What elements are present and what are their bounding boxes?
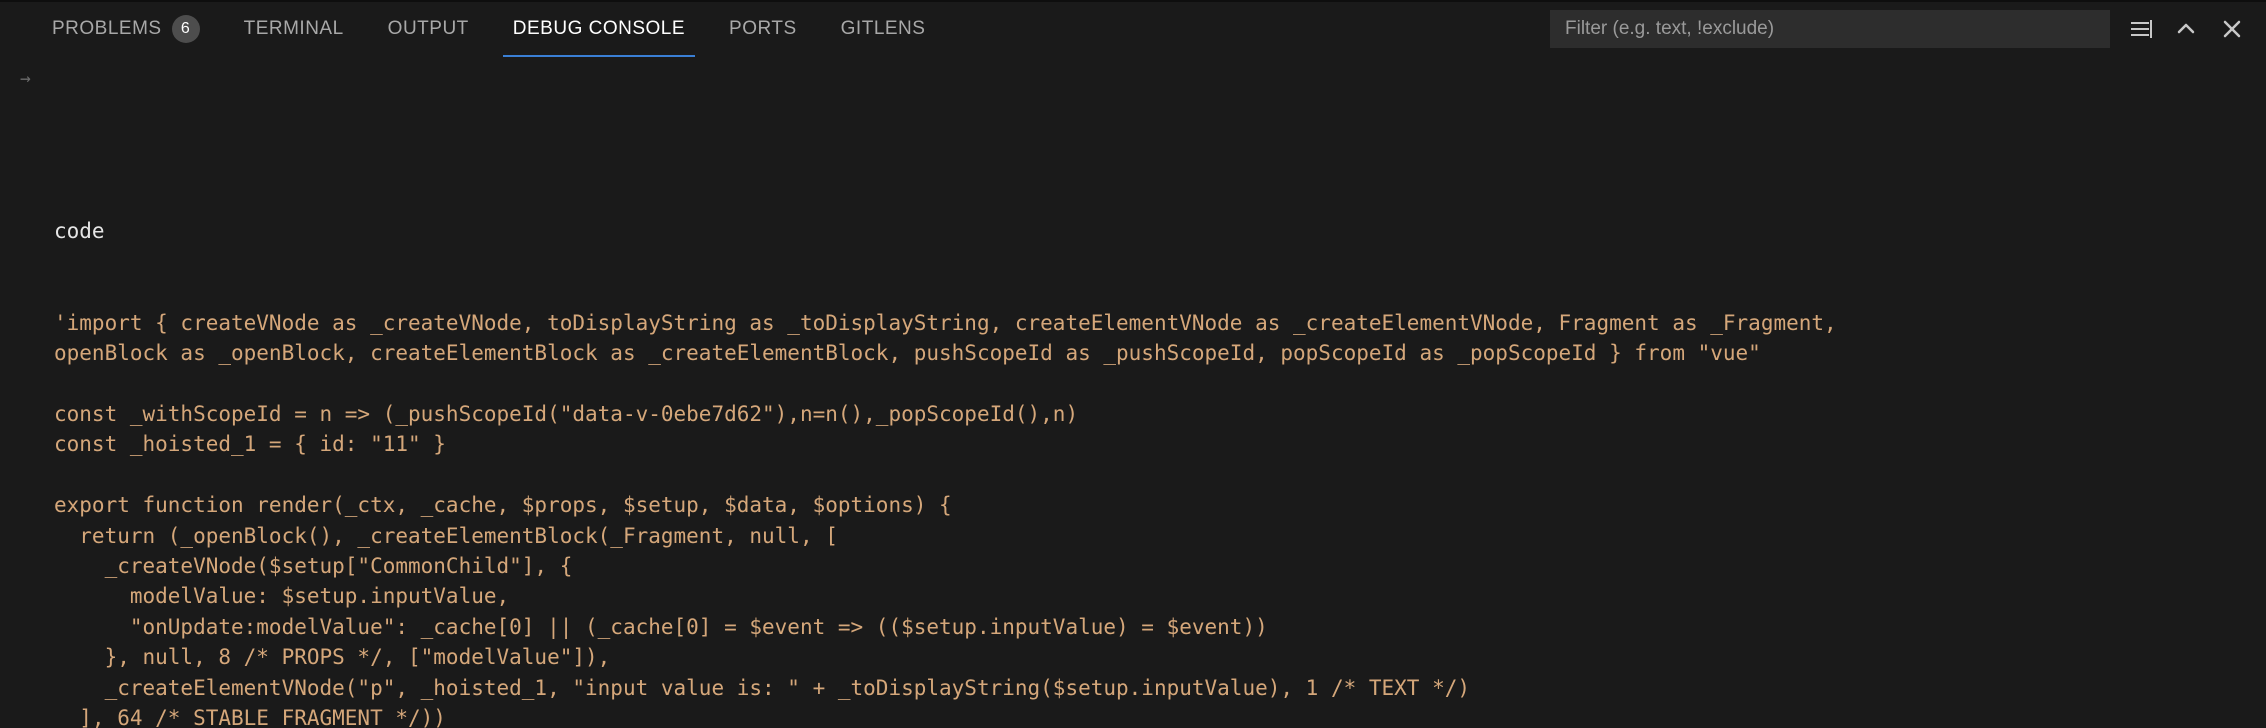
tab-debug-console[interactable]: DEBUG CONSOLE (491, 2, 707, 56)
tab-output[interactable]: OUTPUT (366, 2, 491, 56)
console-code-block: 'import { createVNode as _createVNode, t… (54, 308, 2236, 728)
tab-output-label: OUTPUT (388, 18, 469, 40)
console-code-line: }, null, 8 /* PROPS */, ["modelValue"]), (54, 642, 2236, 672)
panel-action-icons (2118, 17, 2266, 41)
problems-badge: 6 (172, 15, 200, 43)
console-code-line: _createVNode($setup["CommonChild"], { (54, 551, 2236, 581)
panel-root: PROBLEMS 6 TERMINAL OUTPUT DEBUG CONSOLE… (0, 0, 2266, 728)
tab-ports[interactable]: PORTS (707, 2, 819, 56)
tab-terminal-label: TERMINAL (244, 18, 344, 40)
chevron-up-icon[interactable] (2174, 17, 2198, 41)
tab-problems-label: PROBLEMS (52, 18, 162, 40)
console-body: code 'import { createVNode as _createVNo… (20, 155, 2236, 728)
panel-tabbar: PROBLEMS 6 TERMINAL OUTPUT DEBUG CONSOLE… (0, 0, 2266, 56)
console-code-line: return (_openBlock(), _createElementBloc… (54, 521, 2236, 551)
console-code-line: export function render(_ctx, _cache, $pr… (54, 490, 2236, 520)
close-icon[interactable] (2220, 17, 2244, 41)
tab-terminal[interactable]: TERMINAL (222, 2, 366, 56)
filter-lines-icon[interactable] (2128, 17, 2152, 41)
console-code-line: ], 64 /* STABLE_FRAGMENT */)) (54, 703, 2236, 728)
console-code-line: 'import { createVNode as _createVNode, t… (54, 308, 2236, 338)
tab-ports-label: PORTS (729, 18, 797, 40)
tab-debug-console-label: DEBUG CONSOLE (513, 18, 685, 40)
tab-problems[interactable]: PROBLEMS 6 (30, 2, 222, 56)
filter-wrap (1550, 10, 2110, 48)
console-code-line (54, 368, 2236, 398)
console-code-line: _createElementVNode("p", _hoisted_1, "in… (54, 673, 2236, 703)
console-code-line: modelValue: $setup.inputValue, (54, 581, 2236, 611)
console-code-line: const _withScopeId = n => (_pushScopeId(… (54, 399, 2236, 429)
arrow-right-icon: → (20, 66, 31, 92)
tab-gitlens-label: GITLENS (841, 18, 926, 40)
filter-input[interactable] (1550, 10, 2110, 48)
console-entry-label: code (54, 216, 2236, 246)
tab-gitlens[interactable]: GITLENS (819, 2, 948, 56)
console-code-line: const _hoisted_1 = { id: "11" } (54, 429, 2236, 459)
debug-console-output[interactable]: → code 'import { createVNode as _createV… (0, 56, 2266, 728)
console-code-line (54, 460, 2236, 490)
console-code-line: "onUpdate:modelValue": _cache[0] || (_ca… (54, 612, 2236, 642)
console-code-line: openBlock as _openBlock, createElementBl… (54, 338, 2236, 368)
